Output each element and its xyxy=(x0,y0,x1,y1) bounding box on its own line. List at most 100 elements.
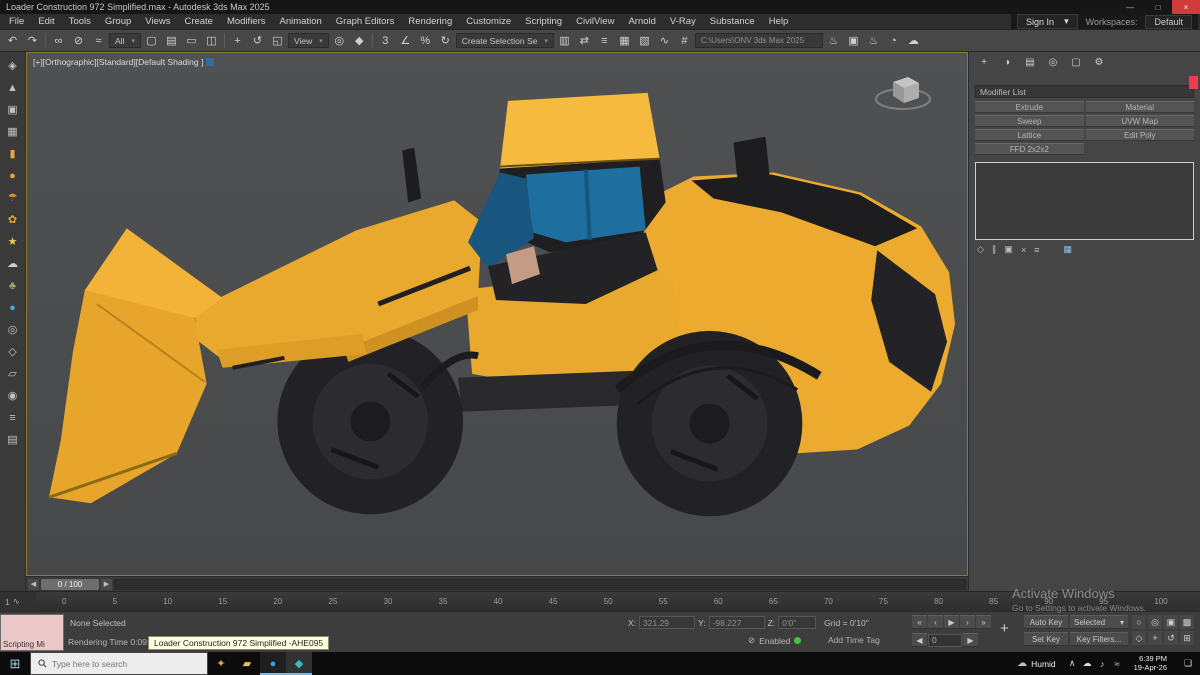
show-end-result-icon[interactable]: ∥ xyxy=(992,244,997,255)
field-of-view-icon[interactable]: ◇ xyxy=(1132,631,1146,645)
reference-coordinate-dropdown[interactable]: View ▾ xyxy=(287,33,329,48)
zoom-extents-all-icon[interactable]: ▩ xyxy=(1180,615,1194,629)
hierarchy-tab-icon[interactable]: ▤ xyxy=(1023,57,1037,68)
wire-sphere-icon[interactable]: ◉ xyxy=(4,387,22,404)
walkthrough-icon[interactable]: ▲ xyxy=(4,79,22,96)
diamond-icon[interactable]: ◇ xyxy=(4,343,22,360)
go-to-end-button[interactable]: » xyxy=(976,615,991,629)
layer-manager-icon[interactable]: ▦ xyxy=(615,32,634,50)
time-slider[interactable]: ◀ 0 / 100 ▶ xyxy=(26,576,968,591)
menu-item[interactable]: Rendering xyxy=(401,16,459,27)
current-frame-field[interactable]: 0 xyxy=(928,633,962,647)
unlink-selection-icon[interactable]: ⊘ xyxy=(69,32,88,50)
menu-item[interactable]: Substance xyxy=(703,16,762,27)
loader-model[interactable] xyxy=(48,92,956,517)
next-frame-button[interactable]: › xyxy=(960,615,975,629)
umbrella-icon[interactable]: ☂ xyxy=(4,189,22,206)
zoom-extents-icon[interactable]: ▣ xyxy=(1164,615,1178,629)
page-icon[interactable]: ▱ xyxy=(4,365,22,382)
selection-region-icon[interactable]: ▭ xyxy=(182,32,201,50)
align-icon[interactable]: ≡ xyxy=(595,32,614,50)
undo-icon[interactable]: ↶ xyxy=(3,32,22,50)
hand-tool-icon[interactable]: ◈ xyxy=(4,57,22,74)
key-filters-button[interactable]: Key Filters... xyxy=(1070,632,1128,646)
key-next-icon[interactable]: ▶ xyxy=(963,633,978,647)
snaps-toggle-icon[interactable]: 3 xyxy=(376,32,395,50)
select-and-link-icon[interactable]: ∞ xyxy=(49,32,68,50)
pin-stack-icon[interactable]: ◇ xyxy=(977,244,984,255)
bind-to-space-warp-icon[interactable]: ≈ xyxy=(89,32,108,50)
selection-filter-dropdown[interactable]: All ▾ xyxy=(109,33,141,48)
viewport-canvas[interactable] xyxy=(27,53,967,575)
key-selection-dropdown[interactable]: Selected ▾ xyxy=(1070,615,1128,629)
select-and-scale-icon[interactable]: ◱ xyxy=(268,32,287,50)
club-icon[interactable]: ♣ xyxy=(4,277,22,294)
target-icon[interactable]: ◎ xyxy=(4,321,22,338)
cylinder-icon[interactable]: ▮ xyxy=(4,145,22,162)
select-and-manipulate-icon[interactable]: ◆ xyxy=(350,32,369,50)
3dsmax-app-icon[interactable]: ◆ xyxy=(286,652,312,675)
onedrive-icon[interactable]: ☁ xyxy=(1080,658,1095,669)
menu-item[interactable]: Scripting xyxy=(518,16,569,27)
time-slider-track[interactable] xyxy=(114,578,966,590)
render-production-icon[interactable]: ♨ xyxy=(864,32,883,50)
menu-item[interactable]: Modifiers xyxy=(220,16,273,27)
maximize-viewport-icon[interactable]: ⊞ xyxy=(1180,631,1194,645)
menu-item[interactable]: Edit xyxy=(31,16,61,27)
z-coordinate-field[interactable]: 0'0" xyxy=(778,616,817,629)
curve-editor-icon[interactable]: ∿ xyxy=(655,32,674,50)
menu-item[interactable]: Customize xyxy=(459,16,518,27)
modifier-button[interactable]: Sweep xyxy=(975,115,1084,127)
previous-frame-arrow[interactable]: ◀ xyxy=(28,578,39,590)
mini-curve-editor-icon[interactable]: ∿ xyxy=(13,596,20,607)
angle-snap-icon[interactable]: ∠ xyxy=(396,32,415,50)
project-path-field[interactable]: C:\Users\ONV 3ds Max 2025 xyxy=(694,33,823,48)
spinner-snap-icon[interactable]: ↻ xyxy=(436,32,455,50)
boxes-icon[interactable]: ▣ xyxy=(4,101,22,118)
make-unique-icon[interactable]: ▣ xyxy=(1004,244,1013,255)
action-center-icon[interactable]: ❏ xyxy=(1176,652,1200,675)
create-selection-set-dropdown[interactable]: Create Selection Se ▾ xyxy=(455,33,554,48)
auto-key-button[interactable]: Auto Key xyxy=(1024,615,1068,629)
cortana-icon[interactable]: ✦ xyxy=(208,652,234,675)
zoom-icon[interactable]: ○ xyxy=(1132,615,1146,629)
droplet-icon[interactable]: ● xyxy=(4,299,22,316)
cloud-render-icon[interactable]: ☁ xyxy=(904,32,923,50)
viewport-label[interactable]: [+][Orthographic][Standard][Default Shad… xyxy=(33,57,215,67)
edit-named-selections-icon[interactable]: ▥ xyxy=(555,32,574,50)
select-by-name-icon[interactable]: ▤ xyxy=(162,32,181,50)
search-input[interactable] xyxy=(52,658,192,669)
zoom-all-icon[interactable]: ◎ xyxy=(1148,615,1162,629)
flower-icon[interactable]: ✿ xyxy=(4,211,22,228)
modifier-button[interactable]: Extrude xyxy=(975,101,1084,113)
remove-modifier-icon[interactable]: × xyxy=(1021,245,1026,255)
menu-item[interactable]: Group xyxy=(98,16,138,27)
view-cube[interactable] xyxy=(867,69,939,121)
maximize-button[interactable]: □ xyxy=(1144,0,1172,14)
motion-tab-icon[interactable]: ◎ xyxy=(1046,57,1060,68)
modifier-list-dropdown[interactable]: Modifier List xyxy=(975,85,1194,98)
time-slider-handle[interactable]: 0 / 100 xyxy=(41,578,99,590)
taskbar-clock[interactable]: 6:39 PM 19-Apr-26 xyxy=(1125,654,1176,672)
weather-widget[interactable]: ☁ Humid xyxy=(1008,658,1065,669)
modifier-button[interactable]: UVW Map xyxy=(1085,115,1194,127)
tray-chevron-icon[interactable]: ∧ xyxy=(1065,658,1080,669)
file-explorer-icon[interactable]: ▰ xyxy=(234,652,260,675)
menu-item[interactable]: Graph Editors xyxy=(329,16,402,27)
corner-edit-icon[interactable]: ▦ xyxy=(1063,244,1072,255)
menu-item[interactable]: File xyxy=(2,16,31,27)
sphere-icon[interactable]: ● xyxy=(4,167,22,184)
key-previous-icon[interactable]: ◀ xyxy=(912,633,927,647)
maxscript-mini-listener[interactable]: Scripting Mi xyxy=(0,614,64,651)
play-button[interactable]: ▶ xyxy=(944,615,959,629)
edge-browser-icon[interactable]: ● xyxy=(260,652,286,675)
use-pivot-point-icon[interactable]: ◎ xyxy=(330,32,349,50)
mirror-icon[interactable]: ⇄ xyxy=(575,32,594,50)
menu-item[interactable]: Animation xyxy=(273,16,329,27)
network-icon[interactable]: ≈ xyxy=(1110,659,1125,669)
modifier-button[interactable]: Material xyxy=(1085,101,1194,113)
modifier-button[interactable]: Lattice xyxy=(975,129,1084,141)
select-object-icon[interactable]: ▢ xyxy=(142,32,161,50)
go-to-start-button[interactable]: « xyxy=(912,615,927,629)
render-setup-icon[interactable]: ♨ xyxy=(824,32,843,50)
